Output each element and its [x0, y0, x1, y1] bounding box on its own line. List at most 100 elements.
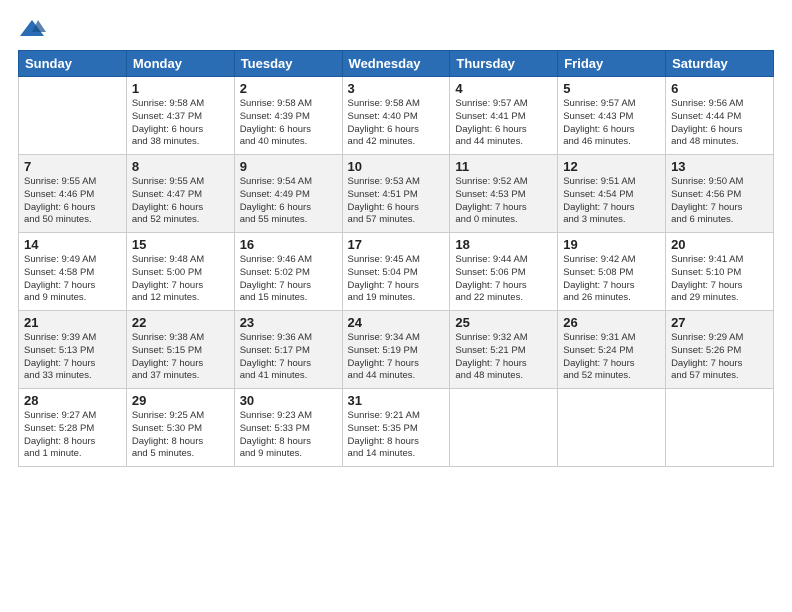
- calendar-cell: 5 Sunrise: 9:57 AMSunset: 4:43 PMDaylight…: [558, 77, 666, 155]
- cell-info: Sunrise: 9:41 AMSunset: 5:10 PMDaylight:…: [671, 254, 768, 305]
- calendar-cell: 6 Sunrise: 9:56 AMSunset: 4:44 PMDaylight…: [666, 77, 774, 155]
- day-number: 2: [240, 81, 337, 96]
- day-number: 25: [455, 315, 552, 330]
- calendar-cell: 29 Sunrise: 9:25 AMSunset: 5:30 PMDayligh…: [126, 389, 234, 467]
- week-row-1: 7 Sunrise: 9:55 AMSunset: 4:46 PMDaylight…: [19, 155, 774, 233]
- cell-info: Sunrise: 9:27 AMSunset: 5:28 PMDaylight:…: [24, 410, 121, 461]
- cell-info: Sunrise: 9:58 AMSunset: 4:37 PMDaylight:…: [132, 98, 229, 149]
- day-number: 12: [563, 159, 660, 174]
- cell-info: Sunrise: 9:31 AMSunset: 5:24 PMDaylight:…: [563, 332, 660, 383]
- day-number: 17: [348, 237, 445, 252]
- calendar-cell: 26 Sunrise: 9:31 AMSunset: 5:24 PMDayligh…: [558, 311, 666, 389]
- cell-info: Sunrise: 9:53 AMSunset: 4:51 PMDaylight:…: [348, 176, 445, 227]
- cell-info: Sunrise: 9:56 AMSunset: 4:44 PMDaylight:…: [671, 98, 768, 149]
- calendar-cell: [450, 389, 558, 467]
- cell-info: Sunrise: 9:42 AMSunset: 5:08 PMDaylight:…: [563, 254, 660, 305]
- day-number: 5: [563, 81, 660, 96]
- day-number: 13: [671, 159, 768, 174]
- day-number: 9: [240, 159, 337, 174]
- day-number: 20: [671, 237, 768, 252]
- day-number: 3: [348, 81, 445, 96]
- day-number: 26: [563, 315, 660, 330]
- week-row-2: 14 Sunrise: 9:49 AMSunset: 4:58 PMDayligh…: [19, 233, 774, 311]
- calendar-cell: 16 Sunrise: 9:46 AMSunset: 5:02 PMDayligh…: [234, 233, 342, 311]
- calendar-cell: 15 Sunrise: 9:48 AMSunset: 5:00 PMDayligh…: [126, 233, 234, 311]
- cell-info: Sunrise: 9:57 AMSunset: 4:43 PMDaylight:…: [563, 98, 660, 149]
- cell-info: Sunrise: 9:36 AMSunset: 5:17 PMDaylight:…: [240, 332, 337, 383]
- cell-info: Sunrise: 9:48 AMSunset: 5:00 PMDaylight:…: [132, 254, 229, 305]
- day-number: 16: [240, 237, 337, 252]
- calendar-table: SundayMondayTuesdayWednesdayThursdayFrid…: [18, 50, 774, 467]
- header: [18, 18, 774, 40]
- cell-info: Sunrise: 9:58 AMSunset: 4:40 PMDaylight:…: [348, 98, 445, 149]
- cell-info: Sunrise: 9:38 AMSunset: 5:15 PMDaylight:…: [132, 332, 229, 383]
- calendar-cell: 21 Sunrise: 9:39 AMSunset: 5:13 PMDayligh…: [19, 311, 127, 389]
- calendar-cell: 31Sunrise: 9:21 AMSunset: 5:35 PMDayligh…: [342, 389, 450, 467]
- day-number: 6: [671, 81, 768, 96]
- cell-info: Sunrise: 9:23 AMSunset: 5:33 PMDaylight:…: [240, 410, 337, 461]
- cell-info: Sunrise: 9:25 AMSunset: 5:30 PMDaylight:…: [132, 410, 229, 461]
- cell-info: Sunrise: 9:52 AMSunset: 4:53 PMDaylight:…: [455, 176, 552, 227]
- cell-info: Sunrise: 9:49 AMSunset: 4:58 PMDaylight:…: [24, 254, 121, 305]
- calendar-cell: 10 Sunrise: 9:53 AMSunset: 4:51 PMDayligh…: [342, 155, 450, 233]
- cell-info: Sunrise: 9:51 AMSunset: 4:54 PMDaylight:…: [563, 176, 660, 227]
- weekday-thursday: Thursday: [450, 51, 558, 77]
- day-number: 19: [563, 237, 660, 252]
- logo: [18, 18, 50, 40]
- day-number: 18: [455, 237, 552, 252]
- weekday-tuesday: Tuesday: [234, 51, 342, 77]
- cell-info: Sunrise: 9:32 AMSunset: 5:21 PMDaylight:…: [455, 332, 552, 383]
- day-number: 4: [455, 81, 552, 96]
- cell-info: Sunrise: 9:45 AMSunset: 5:04 PMDaylight:…: [348, 254, 445, 305]
- cell-info: Sunrise: 9:57 AMSunset: 4:41 PMDaylight:…: [455, 98, 552, 149]
- day-number: 14: [24, 237, 121, 252]
- week-row-0: 1Sunrise: 9:58 AMSunset: 4:37 PMDaylight…: [19, 77, 774, 155]
- day-number: 8: [132, 159, 229, 174]
- day-number: 28: [24, 393, 121, 408]
- calendar-cell: 3 Sunrise: 9:58 AMSunset: 4:40 PMDaylight…: [342, 77, 450, 155]
- calendar-cell: 2 Sunrise: 9:58 AMSunset: 4:39 PMDaylight…: [234, 77, 342, 155]
- calendar-cell: 19 Sunrise: 9:42 AMSunset: 5:08 PMDayligh…: [558, 233, 666, 311]
- weekday-saturday: Saturday: [666, 51, 774, 77]
- weekday-friday: Friday: [558, 51, 666, 77]
- calendar-cell: 1Sunrise: 9:58 AMSunset: 4:37 PMDaylight…: [126, 77, 234, 155]
- day-number: 23: [240, 315, 337, 330]
- calendar-cell: 25 Sunrise: 9:32 AMSunset: 5:21 PMDayligh…: [450, 311, 558, 389]
- calendar-cell: 8 Sunrise: 9:55 AMSunset: 4:47 PMDaylight…: [126, 155, 234, 233]
- week-row-3: 21 Sunrise: 9:39 AMSunset: 5:13 PMDayligh…: [19, 311, 774, 389]
- weekday-wednesday: Wednesday: [342, 51, 450, 77]
- cell-info: Sunrise: 9:46 AMSunset: 5:02 PMDaylight:…: [240, 254, 337, 305]
- day-number: 15: [132, 237, 229, 252]
- cell-info: Sunrise: 9:54 AMSunset: 4:49 PMDaylight:…: [240, 176, 337, 227]
- day-number: 24: [348, 315, 445, 330]
- cell-info: Sunrise: 9:58 AMSunset: 4:39 PMDaylight:…: [240, 98, 337, 149]
- day-number: 11: [455, 159, 552, 174]
- cell-info: Sunrise: 9:29 AMSunset: 5:26 PMDaylight:…: [671, 332, 768, 383]
- calendar-cell: [666, 389, 774, 467]
- calendar-cell: 23 Sunrise: 9:36 AMSunset: 5:17 PMDayligh…: [234, 311, 342, 389]
- calendar-cell: 22 Sunrise: 9:38 AMSunset: 5:15 PMDayligh…: [126, 311, 234, 389]
- cell-info: Sunrise: 9:55 AMSunset: 4:47 PMDaylight:…: [132, 176, 229, 227]
- day-number: 30: [240, 393, 337, 408]
- calendar-cell: 18 Sunrise: 9:44 AMSunset: 5:06 PMDayligh…: [450, 233, 558, 311]
- page: SundayMondayTuesdayWednesdayThursdayFrid…: [0, 0, 792, 612]
- day-number: 21: [24, 315, 121, 330]
- day-number: 31: [348, 393, 445, 408]
- day-number: 22: [132, 315, 229, 330]
- calendar-cell: 7 Sunrise: 9:55 AMSunset: 4:46 PMDaylight…: [19, 155, 127, 233]
- calendar-cell: 24 Sunrise: 9:34 AMSunset: 5:19 PMDayligh…: [342, 311, 450, 389]
- cell-info: Sunrise: 9:39 AMSunset: 5:13 PMDaylight:…: [24, 332, 121, 383]
- logo-icon: [18, 18, 46, 40]
- calendar-cell: 20 Sunrise: 9:41 AMSunset: 5:10 PMDayligh…: [666, 233, 774, 311]
- calendar-cell: 4 Sunrise: 9:57 AMSunset: 4:41 PMDaylight…: [450, 77, 558, 155]
- day-number: 10: [348, 159, 445, 174]
- cell-info: Sunrise: 9:55 AMSunset: 4:46 PMDaylight:…: [24, 176, 121, 227]
- day-number: 27: [671, 315, 768, 330]
- day-number: 7: [24, 159, 121, 174]
- cell-info: Sunrise: 9:44 AMSunset: 5:06 PMDaylight:…: [455, 254, 552, 305]
- calendar-cell: 30 Sunrise: 9:23 AMSunset: 5:33 PMDayligh…: [234, 389, 342, 467]
- day-number: 29: [132, 393, 229, 408]
- weekday-monday: Monday: [126, 51, 234, 77]
- calendar-cell: 13Sunrise: 9:50 AMSunset: 4:56 PMDayligh…: [666, 155, 774, 233]
- cell-info: Sunrise: 9:34 AMSunset: 5:19 PMDaylight:…: [348, 332, 445, 383]
